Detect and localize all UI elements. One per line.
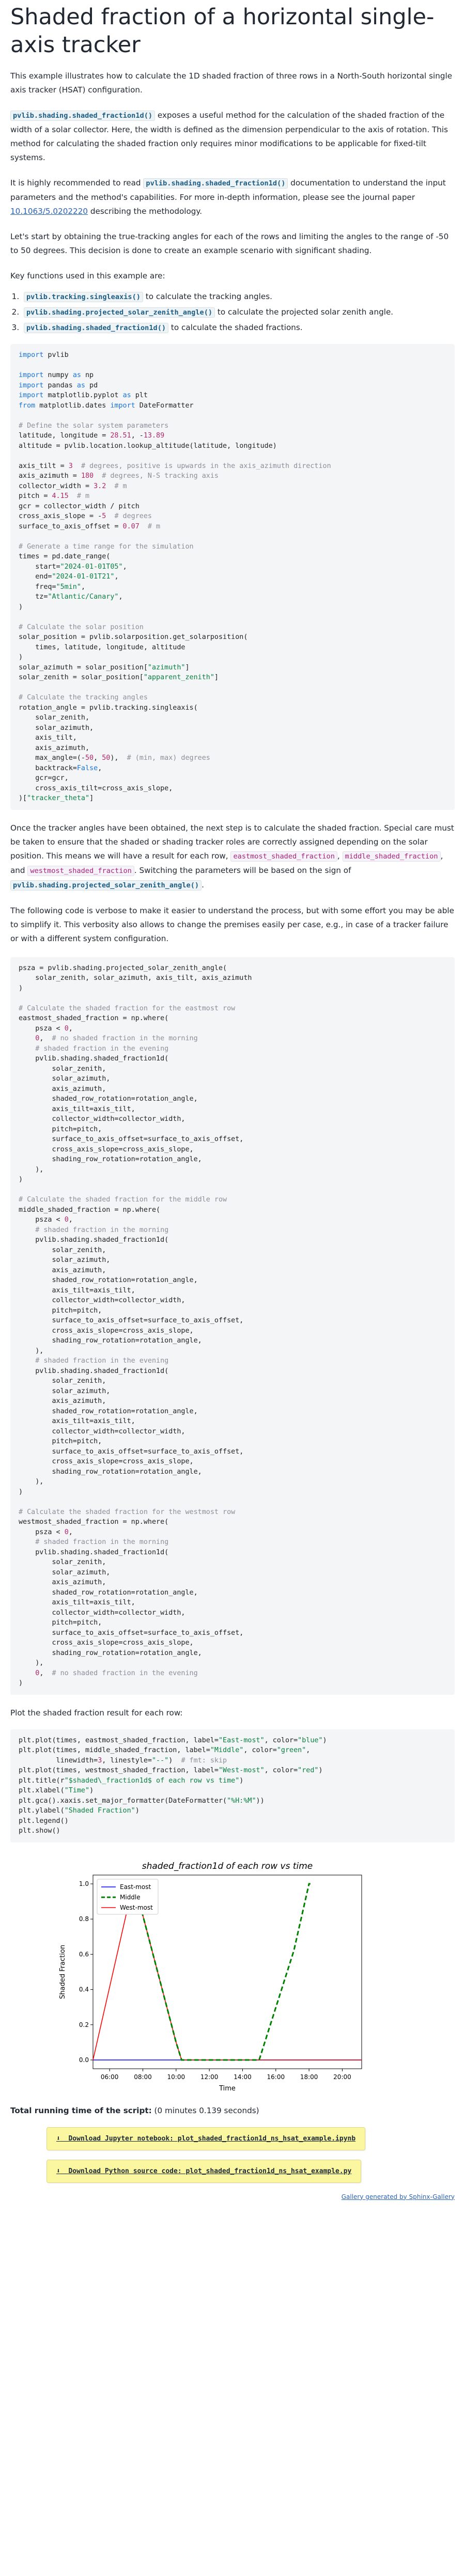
api-link-shaded-fraction1d[interactable]: pvlib.shading.shaded_fraction1d() [143, 178, 288, 189]
api-link-projected-solar-zenith-angle[interactable]: pvlib.shading.projected_solar_zenith_ang… [10, 880, 202, 891]
download-row: ⬇︎ Download Jupyter notebook: plot_shade… [47, 2127, 455, 2150]
chart-title: shaded_fraction1d of each row vs time [142, 1861, 313, 1871]
code-block-shaded-fraction[interactable]: psza = pvlib.shading.projected_solar_zen… [10, 957, 455, 1695]
list-item-text: to calculate the projected solar zenith … [215, 307, 394, 317]
paragraph-text: , [337, 851, 343, 861]
api-link-projected-solar-zenith-angle[interactable]: pvlib.shading.projected_solar_zenith_ang… [24, 307, 215, 318]
x-tick-label: 10:00 [167, 2073, 185, 2081]
paragraph-shaded-fraction-method: pvlib.shading.shaded_fraction1d() expose… [10, 108, 455, 165]
api-link-shaded-fraction1d[interactable]: pvlib.shading.shaded_fraction1d() [10, 111, 156, 121]
legend-label: West-most [120, 1904, 153, 1911]
y-tick-label: 0.4 [79, 1986, 89, 1993]
list-item: pvlib.shading.shaded_fraction1d() to cal… [22, 320, 455, 336]
list-item: pvlib.tracking.singleaxis() to calculate… [22, 289, 455, 305]
y-axis-label: Shaded Fraction [59, 1945, 67, 1999]
code-block-setup[interactable]: import pvlib import numpy as np import p… [10, 344, 455, 810]
y-tick-label: 0.0 [79, 2056, 89, 2063]
list-item-text: to calculate the shaded fractions. [168, 323, 303, 332]
code-block-plot[interactable]: plt.plot(times, eastmost_shaded_fraction… [10, 1729, 455, 1843]
legend-label: East-most [120, 1883, 151, 1891]
inline-code-middle: middle_shaded_fraction [342, 851, 441, 862]
inline-code-eastmost: eastmost_shaded_fraction [230, 851, 337, 862]
paragraph-shaded-roles: Once the tracker angles have been obtain… [10, 821, 455, 893]
legend-label: Middle [120, 1894, 141, 1901]
paragraph-text: It is highly recommended to read [10, 178, 144, 188]
paragraph-text: . Switching the parameters will be based… [134, 865, 351, 875]
api-link-shaded-fraction1d[interactable]: pvlib.shading.shaded_fraction1d() [24, 323, 169, 333]
x-tick-label: 18:00 [300, 2073, 318, 2081]
download-icon: ⬇︎ [56, 2167, 60, 2175]
inline-code-westmost: westmost_shaded_fraction [27, 865, 134, 876]
page-title: Shaded fraction of a horizontal single-a… [10, 4, 435, 58]
y-tick-label: 0.6 [79, 1950, 89, 1958]
paragraph-tracking-angles: Let's start by obtaining the true-tracki… [10, 232, 449, 255]
key-functions-list: pvlib.tracking.singleaxis() to calculate… [10, 289, 455, 336]
download-python-button[interactable]: ⬇︎ Download Python source code: plot_sha… [47, 2159, 362, 2183]
x-tick-label: 14:00 [234, 2073, 252, 2081]
download-python-label: Download Python source code: plot_shaded… [68, 2167, 352, 2175]
shaded-fraction-chart: shaded_fraction1d of each row vs time 0.0… [59, 1861, 362, 2093]
download-notebook-label: Download Jupyter notebook: plot_shaded_f… [68, 2134, 356, 2143]
y-tick-label: 1.0 [79, 1880, 89, 1887]
paragraph-recommendation: It is highly recommended to read pvlib.s… [10, 176, 455, 218]
download-notebook-button[interactable]: ⬇︎ Download Jupyter notebook: plot_shade… [47, 2127, 366, 2150]
y-tick-label: 0.8 [79, 1915, 89, 1923]
runtime-label: Total running time of the script: [10, 2105, 152, 2115]
sphinx-gallery-link[interactable]: Gallery generated by Sphinx-Gallery [342, 2193, 455, 2200]
x-tick-label: 08:00 [134, 2073, 152, 2081]
runtime-line: Total running time of the script: (0 min… [10, 2104, 455, 2118]
download-icon: ⬇︎ [56, 2134, 60, 2143]
paragraph-verbose-note: The following code is verbose to make it… [10, 905, 454, 943]
download-row: ⬇︎ Download Python source code: plot_sha… [47, 2159, 455, 2183]
x-axis-label: Time [219, 2085, 236, 2093]
doi-link[interactable]: 10.1063/5.0202220 [10, 207, 88, 216]
list-item-text: to calculate the tracking angles. [143, 292, 272, 301]
paragraph-key-functions: Key functions used in this example are: [10, 271, 165, 280]
paragraph-text: describing the methodology. [88, 207, 203, 216]
shaded-fraction-figure: shaded_fraction1d of each row vs time 0.0… [10, 1852, 455, 2095]
series-line-middle [132, 1883, 311, 2060]
paragraph-plot: Plot the shaded fraction result for each… [10, 1708, 183, 1718]
list-item: pvlib.shading.projected_solar_zenith_ang… [22, 305, 455, 320]
intro-paragraph: This example illustrates how to calculat… [10, 71, 453, 95]
x-tick-label: 12:00 [200, 2073, 219, 2081]
x-tick-label: 16:00 [267, 2073, 285, 2081]
y-tick-label: 0.2 [79, 2021, 89, 2028]
api-link-singleaxis[interactable]: pvlib.tracking.singleaxis() [24, 292, 143, 302]
runtime-value: (0 minutes 0.139 seconds) [151, 2105, 259, 2115]
x-tick-label: 06:00 [101, 2073, 119, 2081]
paragraph-text: . [202, 880, 204, 889]
x-tick-label: 20:00 [333, 2073, 351, 2081]
